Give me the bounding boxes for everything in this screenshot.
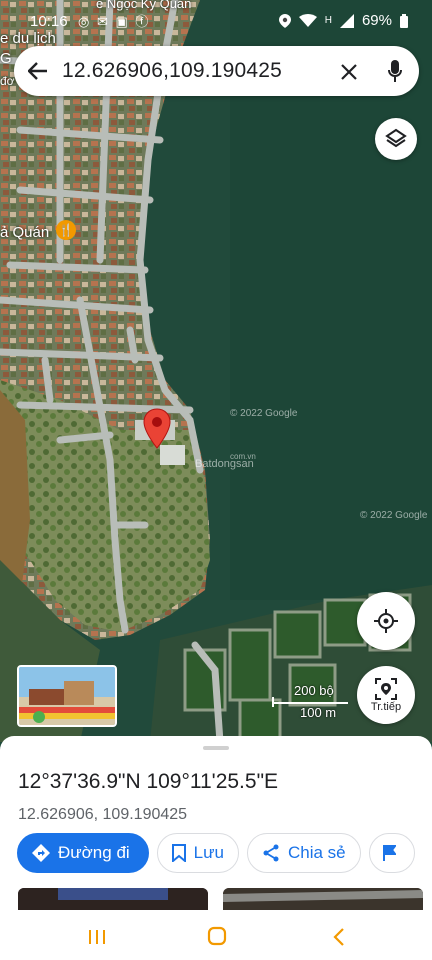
directions-icon xyxy=(32,844,50,862)
clear-icon[interactable] xyxy=(327,56,371,87)
coordinates-decimal[interactable]: 12.626906, 109.190425 xyxy=(18,806,187,824)
coordinates-title: 12°37'36.9"N 109°11'25.5"E xyxy=(18,770,279,793)
crosshair-icon xyxy=(374,609,398,633)
sheet-drag-handle[interactable] xyxy=(203,746,229,750)
signal-icon xyxy=(339,13,354,28)
share-label: Chia sẻ xyxy=(287,843,346,862)
wifi-icon xyxy=(298,13,317,27)
navigation-icon xyxy=(375,677,397,700)
place-photo[interactable] xyxy=(18,888,208,910)
scale-feet-label: 200 bộ xyxy=(294,683,334,698)
network-type: H xyxy=(324,15,332,26)
navigate-label: Tr.tiếp xyxy=(370,700,402,713)
share-icon xyxy=(263,844,279,862)
battery-percent: 69% xyxy=(361,12,392,29)
map-watermark: © 2022 Google xyxy=(230,408,298,419)
label-button[interactable] xyxy=(368,833,415,873)
action-chips: Đường đi Lưu Chia sẻ xyxy=(17,833,415,873)
layers-icon xyxy=(385,128,407,148)
save-label: Lưu xyxy=(193,843,224,862)
bookmark-icon xyxy=(171,844,186,862)
directions-button[interactable]: Đường đi xyxy=(17,833,149,873)
scale-bar xyxy=(272,702,348,704)
photo-strip[interactable] xyxy=(18,888,432,910)
place-photo[interactable] xyxy=(223,888,423,910)
flag-icon xyxy=(382,845,396,861)
map-watermark: © 2022 Google xyxy=(360,510,428,521)
home-icon[interactable] xyxy=(207,926,227,946)
android-nav-bar xyxy=(0,916,432,960)
place-photo-thumbnail[interactable] xyxy=(17,665,117,727)
share-button[interactable]: Chia sẻ xyxy=(246,833,361,873)
layers-button[interactable] xyxy=(375,118,417,160)
notification-icons: ◎ ✉ ▣ ⓕ xyxy=(78,14,151,29)
back-arrow-icon[interactable] xyxy=(14,46,62,96)
save-button[interactable]: Lưu xyxy=(156,833,239,873)
back-nav-icon[interactable] xyxy=(332,928,346,946)
scale-meters-label: 100 m xyxy=(300,705,337,720)
dropped-pin-icon[interactable] xyxy=(143,408,171,450)
map-watermark: com.vn xyxy=(230,452,256,461)
place-bottom-sheet[interactable]: 12°37'36.9"N 109°11'25.5"E 12.626906, 10… xyxy=(0,736,432,960)
map-place-label-top: e Ngọc Ký Quán xyxy=(96,0,192,11)
search-bar[interactable]: 12.626906,109.190425 xyxy=(14,46,419,96)
restaurant-marker-icon[interactable]: 🍴 xyxy=(56,220,76,240)
search-input[interactable]: 12.626906,109.190425 xyxy=(62,59,327,83)
map-place-label: đơ xyxy=(0,74,15,88)
map-place-label: G xyxy=(0,50,12,67)
recent-apps-icon[interactable] xyxy=(88,928,106,946)
directions-label: Đường đi xyxy=(58,843,130,862)
status-time: 10:16 xyxy=(30,13,68,30)
location-icon xyxy=(278,13,291,28)
battery-icon xyxy=(400,13,408,28)
mic-icon[interactable] xyxy=(371,60,419,82)
status-right: H 69% xyxy=(278,12,408,29)
my-location-button[interactable] xyxy=(357,592,415,650)
navigate-button[interactable]: Tr.tiếp xyxy=(357,666,415,724)
status-bar: 10:16 ◎ ✉ ▣ ⓕ H 69% xyxy=(0,0,432,40)
restaurant-label[interactable]: ả Quán xyxy=(0,224,49,241)
